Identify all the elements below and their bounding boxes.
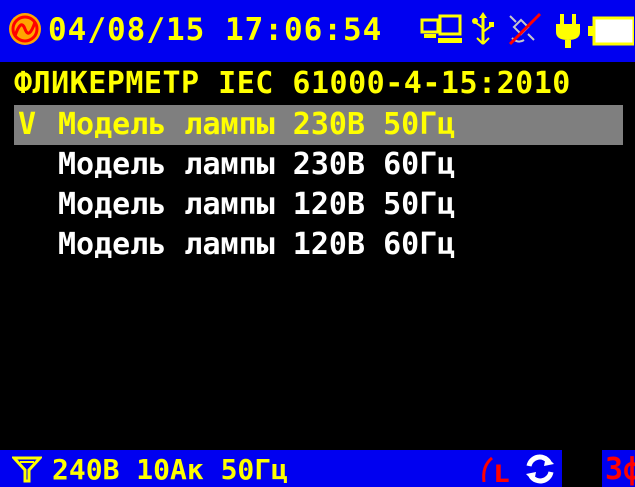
logo-icon bbox=[9, 13, 41, 45]
svg-text:L: L bbox=[494, 460, 509, 486]
list-item-label: Модель лампы 120В 60Гц bbox=[58, 227, 456, 262]
page-title: ФЛИКЕРМЕТР IEC 61000-4-15:2010 bbox=[14, 66, 571, 101]
filter-icon bbox=[12, 456, 42, 483]
list-item-lamp-230v-60hz[interactable]: Модель лампы 230В 60Гц bbox=[14, 145, 623, 185]
battery-icon bbox=[588, 16, 634, 46]
usb-icon bbox=[472, 12, 494, 45]
sync-icon bbox=[526, 454, 554, 484]
list-item-label: Модель лампы 230В 50Гц bbox=[58, 107, 456, 142]
measurement-params: 240В 10Ак 50Гц bbox=[52, 453, 289, 486]
indicator-box bbox=[562, 450, 602, 487]
gps-off-icon bbox=[508, 12, 542, 46]
status-bar: 04/08/15 17:06:54 bbox=[0, 0, 635, 62]
datetime: 04/08/15 17:06:54 bbox=[48, 12, 383, 48]
power-plug-icon bbox=[556, 14, 580, 48]
lamp-model-list: V Модель лампы 230В 50Гц Модель лампы 23… bbox=[14, 105, 623, 265]
list-item-label: Модель лампы 120В 50Гц bbox=[58, 187, 456, 222]
list-item-label: Модель лампы 230В 60Гц bbox=[58, 147, 456, 182]
selected-checkmark: V bbox=[18, 107, 37, 142]
phase-mode-label: 3ф bbox=[605, 452, 635, 487]
l-phase-icon: L bbox=[482, 456, 509, 486]
pc-connection-icon bbox=[420, 14, 462, 43]
list-item-lamp-120v-60hz[interactable]: Модель лампы 120В 60Гц bbox=[14, 225, 623, 265]
list-item-lamp-120v-50hz[interactable]: Модель лампы 120В 50Гц bbox=[14, 185, 623, 225]
list-item-lamp-230v-50hz[interactable]: V Модель лампы 230В 50Гц bbox=[14, 105, 623, 145]
bottom-status-bar: 240В 10Ак 50Гц L 3ф bbox=[0, 450, 635, 487]
